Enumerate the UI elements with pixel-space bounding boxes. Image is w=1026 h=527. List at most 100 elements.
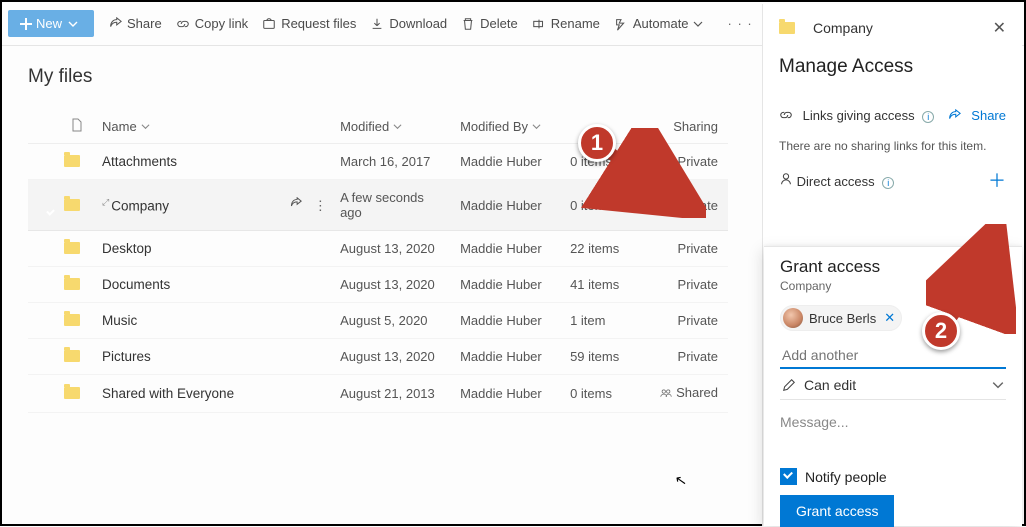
info-icon[interactable]: i — [882, 177, 894, 189]
share-icon — [947, 109, 961, 123]
rename-icon — [532, 17, 546, 31]
folder-icon — [64, 350, 80, 362]
share-icon[interactable] — [289, 197, 302, 210]
folder-icon — [64, 199, 80, 211]
row-sharing: Private — [654, 339, 728, 375]
row-modifiedby: Maddie Huber — [454, 267, 564, 303]
no-sharing-links-note: There are no sharing links for this item… — [779, 139, 1006, 153]
table-row[interactable]: Shared with EveryoneAugust 21, 2013Maddi… — [28, 375, 728, 413]
folder-icon — [64, 314, 80, 326]
chevron-down-icon — [693, 19, 703, 29]
chevron-down-icon — [393, 122, 402, 131]
folder-icon — [64, 387, 80, 399]
automate-button[interactable]: Automate — [614, 16, 708, 31]
close-icon[interactable]: ✕ — [993, 18, 1006, 38]
row-modified: August 13, 2020 — [334, 267, 454, 303]
row-modifiedby: Maddie Huber — [454, 180, 564, 231]
row-name[interactable]: Music — [96, 303, 334, 339]
file-icon — [71, 118, 83, 132]
grant-access-button[interactable]: Grant access — [780, 495, 894, 527]
row-items: 41 items — [564, 267, 654, 303]
cursor-icon: ↖ — [674, 471, 689, 490]
row-modifiedby: Maddie Huber — [454, 339, 564, 375]
message-input[interactable]: Message... — [780, 414, 1006, 430]
row-modified: A few seconds ago — [334, 180, 454, 231]
folder-icon — [64, 242, 80, 254]
row-name[interactable]: Attachments — [96, 144, 334, 180]
overflow-button[interactable]: · · · — [722, 16, 759, 31]
person-icon — [779, 172, 793, 186]
column-modifiedby[interactable]: Modified By — [454, 112, 564, 144]
column-type[interactable] — [58, 112, 96, 144]
rename-button[interactable]: Rename — [532, 16, 600, 31]
panel-heading: Manage Access — [779, 56, 1006, 78]
row-items: 1 item — [564, 303, 654, 339]
row-sharing: Private — [654, 267, 728, 303]
delete-button[interactable]: Delete — [461, 16, 518, 31]
avatar — [783, 308, 803, 328]
row-modifiedby: Maddie Huber — [454, 375, 564, 413]
info-icon[interactable]: i — [922, 111, 934, 123]
column-name[interactable]: Name — [96, 112, 334, 144]
delete-icon — [461, 17, 475, 31]
plus-icon — [20, 18, 32, 30]
row-items: 59 items — [564, 339, 654, 375]
add-recipient-input[interactable] — [780, 341, 1006, 369]
column-modified[interactable]: Modified — [334, 112, 454, 144]
pencil-icon — [782, 378, 796, 392]
row-name[interactable]: Pictures — [96, 339, 334, 375]
request-files-button[interactable]: Request files — [262, 16, 356, 31]
row-modified: August 13, 2020 — [334, 231, 454, 267]
annotation-badge-2: 2 — [922, 312, 960, 350]
add-direct-access-button[interactable]: ＋ — [988, 167, 1006, 193]
download-icon — [370, 17, 384, 31]
panel-folder-name: Company — [813, 20, 873, 36]
download-button[interactable]: Download — [370, 16, 447, 31]
link-icon — [176, 17, 190, 31]
automate-icon — [614, 17, 628, 31]
row-sharing: Shared — [654, 375, 728, 413]
notify-checkbox[interactable] — [780, 468, 797, 485]
table-row[interactable]: DocumentsAugust 13, 2020Maddie Huber41 i… — [28, 267, 728, 303]
row-modified: August 13, 2020 — [334, 339, 454, 375]
permission-dropdown[interactable]: Can edit — [780, 369, 1006, 400]
direct-access-label: Direct access — [797, 174, 875, 189]
chevron-down-icon — [141, 122, 150, 131]
row-name[interactable]: Shared with Everyone — [96, 375, 334, 413]
row-name[interactable]: Documents — [96, 267, 334, 303]
request-files-icon — [262, 17, 276, 31]
row-modified: August 5, 2020 — [334, 303, 454, 339]
new-label: New — [36, 16, 62, 31]
row-modifiedby: Maddie Huber — [454, 231, 564, 267]
row-modifiedby: Maddie Huber — [454, 144, 564, 180]
folder-icon — [64, 278, 80, 290]
row-name[interactable]: Desktop — [96, 231, 334, 267]
table-row[interactable]: MusicAugust 5, 2020Maddie Huber1 itemPri… — [28, 303, 728, 339]
row-sharing: Private — [654, 231, 728, 267]
row-sharing: Private — [654, 303, 728, 339]
link-icon — [779, 108, 793, 122]
row-modified: March 16, 2017 — [334, 144, 454, 180]
row-items: 22 items — [564, 231, 654, 267]
row-menu-icon[interactable]: ⋮ — [314, 198, 329, 213]
remove-chip-icon[interactable]: ✕ — [884, 310, 895, 326]
row-name[interactable]: ⤢Company⋮ — [96, 180, 334, 231]
row-items: 0 items — [564, 375, 654, 413]
people-icon — [660, 387, 672, 399]
folder-icon — [64, 155, 80, 167]
share-button[interactable]: Share — [108, 16, 162, 31]
chevron-down-icon — [532, 122, 541, 131]
notify-label: Notify people — [805, 469, 887, 485]
copy-link-button[interactable]: Copy link — [176, 16, 248, 31]
row-modifiedby: Maddie Huber — [454, 303, 564, 339]
chevron-down-icon — [992, 379, 1004, 391]
share-icon — [108, 17, 122, 31]
chevron-down-icon — [68, 19, 78, 29]
recipient-name: Bruce Berls — [809, 311, 876, 326]
new-button[interactable]: New — [8, 10, 94, 37]
recipient-chip[interactable]: Bruce Berls ✕ — [780, 305, 902, 331]
table-row[interactable]: DesktopAugust 13, 2020Maddie Huber22 ite… — [28, 231, 728, 267]
folder-icon — [779, 22, 795, 34]
share-button[interactable]: Share — [947, 108, 1006, 123]
table-row[interactable]: PicturesAugust 13, 2020Maddie Huber59 it… — [28, 339, 728, 375]
